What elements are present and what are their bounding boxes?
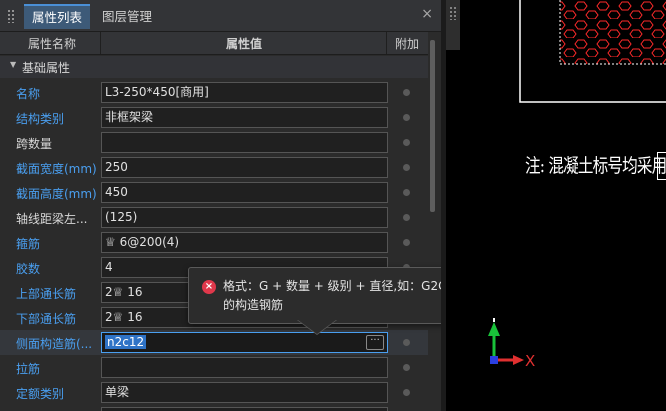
property-row[interactable]: 跨数量 xyxy=(0,130,428,155)
property-label: 下部通长筋 xyxy=(16,312,77,326)
drag-grip-icon[interactable] xyxy=(7,9,15,23)
property-label: 箍筋 xyxy=(16,237,41,251)
property-table-header: 属性名称 属性值 附加 xyxy=(0,32,428,55)
extra-checkbox-dot[interactable] xyxy=(403,389,410,396)
collapse-arrow-icon[interactable]: ▼ xyxy=(10,60,16,69)
cad-drawing xyxy=(488,0,666,365)
property-label: 拉筋 xyxy=(16,362,41,376)
column-divider[interactable] xyxy=(100,32,101,54)
property-value-input[interactable]: 250 xyxy=(101,157,388,178)
extra-checkbox-dot[interactable] xyxy=(403,164,410,171)
property-row[interactable]: 定额类别 单梁 xyxy=(0,380,428,405)
property-value-input[interactable]: L3-250*450[商用] xyxy=(101,82,388,103)
tooltip-pointer-inner xyxy=(298,320,336,334)
axis-y-arrow xyxy=(488,322,500,336)
panel-tab-bar: 属性列表 图层管理 × xyxy=(0,0,441,32)
column-header-extra: 附加 xyxy=(395,37,420,51)
property-label: 结构类别 xyxy=(16,112,65,126)
close-icon[interactable]: × xyxy=(421,6,433,22)
drag-grip-icon[interactable] xyxy=(449,6,457,20)
cad-drawing-canvas[interactable] xyxy=(441,0,666,411)
column-header-value: 属性值 xyxy=(226,37,263,51)
group-basic-properties[interactable]: ▼ 基础属性 xyxy=(0,56,428,78)
extra-checkbox-dot[interactable] xyxy=(403,339,410,346)
group-label: 基础属性 xyxy=(22,61,71,75)
extra-checkbox-dot[interactable] xyxy=(403,239,410,246)
property-label: 侧面构造筋(... xyxy=(16,337,93,351)
axis-x-label: X xyxy=(525,352,536,370)
property-label: 定额类别 xyxy=(16,387,65,401)
tab-layer-management[interactable]: 图层管理 xyxy=(94,4,160,29)
panel-splitter[interactable] xyxy=(441,0,446,411)
property-value-input[interactable]: ♕ 6@200(4) xyxy=(101,232,388,253)
column-header-name: 属性名称 xyxy=(28,37,77,51)
property-label: 上部通长筋 xyxy=(16,287,77,301)
property-value-input[interactable]: (125) xyxy=(101,207,388,228)
property-value-input[interactable] xyxy=(101,357,388,378)
property-value-input[interactable]: 单梁 xyxy=(101,382,388,403)
property-panel: 属性列表 图层管理 × 属性名称 属性值 附加 ▼ 基础属性 名称 L3-250*… xyxy=(0,0,441,411)
property-row[interactable]: 拉筋 xyxy=(0,355,428,380)
extra-checkbox-dot[interactable] xyxy=(403,214,410,221)
column-divider[interactable] xyxy=(386,32,387,54)
property-label: 截面高度(mm) xyxy=(16,187,97,201)
property-row[interactable]: 名称 L3-250*450[商用] xyxy=(0,80,428,105)
extra-checkbox-dot[interactable] xyxy=(403,114,410,121)
extra-checkbox-dot[interactable] xyxy=(403,139,410,146)
extra-checkbox-dot[interactable] xyxy=(403,189,410,196)
property-row[interactable] xyxy=(0,405,428,411)
property-row[interactable]: 结构类别 非框架梁 xyxy=(0,105,428,130)
extra-checkbox-dot[interactable] xyxy=(403,89,410,96)
selected-text: n2c12 xyxy=(105,335,147,349)
drawing-note-text: 注: 混凝土标号均采用 xyxy=(525,155,666,177)
property-value-input[interactable] xyxy=(101,407,388,411)
property-row[interactable]: 截面宽度(mm) 250 xyxy=(0,155,428,180)
property-row[interactable]: 截面高度(mm) 450 xyxy=(0,180,428,205)
property-value-input[interactable] xyxy=(101,132,388,153)
canvas-side-handle[interactable] xyxy=(446,0,460,50)
property-value-input[interactable]: 非框架梁 xyxy=(101,107,388,128)
property-label: 轴线距梁左... xyxy=(16,212,88,226)
property-row[interactable]: 轴线距梁左... (125) xyxy=(0,205,428,230)
property-label: 名称 xyxy=(16,87,41,101)
property-label: 跨数量 xyxy=(16,137,53,151)
axis-x-arrow xyxy=(513,355,524,365)
vertical-scrollbar[interactable] xyxy=(430,40,435,212)
tab-property-list[interactable]: 属性列表 xyxy=(24,4,91,29)
property-label: 胶数 xyxy=(16,262,41,276)
property-row[interactable]: 箍筋 ♕ 6@200(4) xyxy=(0,230,428,255)
error-icon: × xyxy=(202,280,216,294)
property-value-input-active[interactable]: n2c12 ··· xyxy=(101,332,388,353)
property-value-input[interactable]: 450 xyxy=(101,182,388,203)
hatch-region xyxy=(560,0,666,64)
property-label: 截面宽度(mm) xyxy=(16,162,97,176)
extra-checkbox-dot[interactable] xyxy=(403,364,410,371)
more-options-button[interactable]: ··· xyxy=(366,335,384,350)
property-row[interactable]: 侧面构造筋(... n2c12 ··· xyxy=(0,330,428,355)
axis-origin xyxy=(490,356,498,364)
note-text-cursor-box xyxy=(657,152,666,180)
property-rows: 名称 L3-250*450[商用] 结构类别 非框架梁 跨数量 截面宽度(mm) 250 截面… xyxy=(0,80,428,411)
